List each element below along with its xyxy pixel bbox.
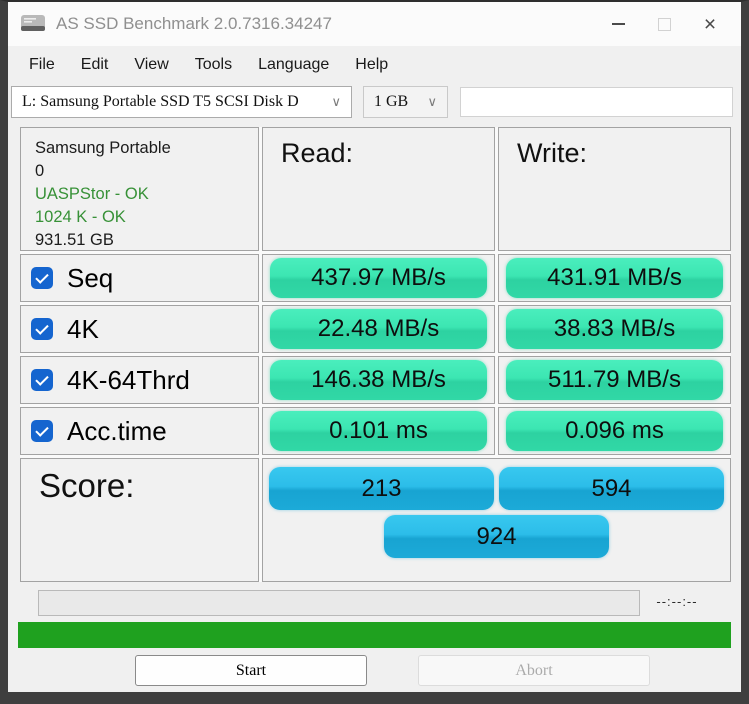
acctime-write-value: 0.096 ms (506, 411, 723, 451)
ssd-drive-icon (21, 15, 45, 31)
acctime-read-value: 0.101 ms (270, 411, 487, 451)
chevron-down-icon: ∨ (427, 94, 437, 109)
menu-item-language[interactable]: Language (245, 56, 342, 74)
window-controls: × (595, 2, 733, 46)
test-size-dropdown[interactable]: 1 GB ∨ (363, 86, 448, 118)
menu-item-help[interactable]: Help (342, 56, 401, 74)
app-window: AS SSD Benchmark 2.0.7316.34247 × File E… (0, 0, 749, 704)
score-label: Score: (39, 467, 135, 504)
test-label: Acc.time (67, 415, 167, 446)
benchmark-table: Samsung Portable 0 UASPStor - OK 1024 K … (20, 127, 731, 582)
toolbar-text-field[interactable] (460, 87, 733, 117)
drive-capacity: 931.51 GB (35, 231, 114, 249)
seq-checkbox[interactable] (31, 267, 53, 289)
menubar: File Edit View Tools Language Help (8, 48, 741, 82)
score-total-pill: 924 (384, 515, 609, 558)
score-read-pill: 213 (269, 467, 494, 510)
test-label: 4K-64Thrd (67, 364, 190, 395)
minimize-button[interactable] (595, 2, 641, 46)
check-icon (35, 371, 49, 386)
check-icon (35, 269, 49, 284)
score-write-pill: 594 (499, 467, 724, 510)
acctime-checkbox[interactable] (31, 420, 53, 442)
minimize-icon (611, 23, 625, 25)
test-label: 4K (67, 313, 99, 344)
alignment-status: 1024 K - OK (35, 208, 126, 226)
time-remaining: --:--:-- (656, 594, 698, 609)
status-bar-green (18, 622, 731, 648)
4k-write-value: 38.83 MB/s (506, 309, 723, 349)
menu-item-edit[interactable]: Edit (68, 56, 122, 74)
drive-name: Samsung Portable (35, 139, 171, 157)
seq-read-value: 437.97 MB/s (270, 258, 487, 298)
menu-item-view[interactable]: View (121, 56, 181, 74)
abort-button[interactable]: Abort (418, 655, 650, 686)
chevron-down-icon: ∨ (331, 94, 341, 109)
driver-status: UASPStor - OK (35, 185, 149, 203)
score-section: Score: (20, 458, 259, 582)
4k64thrd-read-value: 146.38 MB/s (270, 360, 487, 400)
score-values: 213 594 924 (262, 458, 731, 582)
maximize-button[interactable] (641, 2, 687, 46)
titlebar: AS SSD Benchmark 2.0.7316.34247 × (8, 2, 741, 46)
read-column-header: Read: (262, 127, 495, 251)
4k-checkbox[interactable] (31, 318, 53, 340)
4k64thrd-write-value: 511.79 MB/s (506, 360, 723, 400)
menu-item-file[interactable]: File (16, 56, 68, 74)
drive-number: 0 (35, 162, 45, 180)
test-size-value: 1 GB (374, 93, 409, 110)
4k-read-value: 22.48 MB/s (270, 309, 487, 349)
test-row-4k64thrd: 4K-64Thrd (20, 356, 259, 404)
write-column-header: Write: (498, 127, 731, 251)
drive-select-dropdown[interactable]: L: Samsung Portable SSD T5 SCSI Disk D ∨ (11, 86, 352, 118)
close-icon: × (703, 12, 717, 36)
drive-info-panel: Samsung Portable 0 UASPStor - OK 1024 K … (20, 127, 259, 251)
drive-select-value: L: Samsung Portable SSD T5 SCSI Disk D (22, 93, 299, 110)
test-label: Seq (67, 262, 114, 293)
check-icon (35, 320, 49, 335)
test-row-acctime: Acc.time (20, 407, 259, 455)
close-button[interactable]: × (687, 2, 733, 46)
test-row-seq: Seq (20, 254, 259, 302)
start-button[interactable]: Start (135, 655, 367, 686)
menu-item-tools[interactable]: Tools (182, 56, 245, 74)
test-row-4k: 4K (20, 305, 259, 353)
4k64thrd-checkbox[interactable] (31, 369, 53, 391)
maximize-icon (657, 17, 671, 31)
progress-bar (38, 590, 640, 616)
seq-write-value: 431.91 MB/s (506, 258, 723, 298)
window-title: AS SSD Benchmark 2.0.7316.34247 (56, 14, 332, 33)
check-icon (35, 422, 49, 437)
